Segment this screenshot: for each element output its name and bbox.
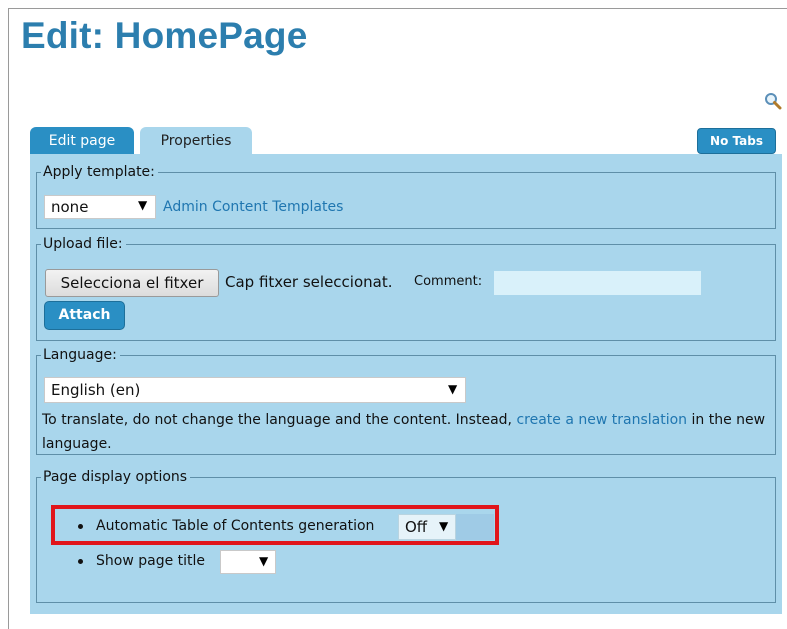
attach-button[interactable]: Attach — [44, 301, 125, 330]
tab-properties[interactable]: Properties — [140, 127, 252, 155]
template-select[interactable]: none ▼ — [44, 195, 156, 219]
translation-help-text: To translate, do not change the language… — [42, 408, 768, 456]
show-title-option-label: Show page title — [96, 553, 206, 569]
choose-file-button[interactable]: Selecciona el fitxer — [45, 269, 219, 297]
chevron-down-icon: ▼ — [259, 554, 269, 568]
magnifier-icon[interactable] — [764, 92, 782, 110]
apply-template-legend: Apply template: — [41, 163, 158, 181]
no-tabs-button[interactable]: No Tabs — [697, 128, 776, 154]
page-display-options-legend: Page display options — [41, 468, 191, 486]
language-legend: Language: — [41, 346, 120, 364]
page-title: Edit: HomePage — [21, 15, 308, 56]
translation-help-before: To translate, do not change the language… — [42, 412, 512, 428]
show-title-select[interactable]: ▼ — [220, 550, 276, 574]
language-select[interactable]: English (en) ▼ — [44, 377, 466, 403]
bullet — [78, 559, 83, 564]
create-translation-link[interactable]: create a new translation — [516, 412, 687, 428]
chevron-down-icon: ▼ — [138, 198, 148, 212]
upload-file-legend: Upload file: — [41, 235, 126, 253]
comment-input[interactable] — [494, 271, 701, 295]
admin-content-templates-link[interactable]: Admin Content Templates — [163, 199, 343, 215]
tab-edit-page[interactable]: Edit page — [30, 127, 134, 155]
no-file-selected-text: Cap fitxer seleccionat. — [225, 273, 393, 291]
highlight-box — [51, 505, 499, 545]
template-select-value: none — [51, 198, 89, 216]
chevron-down-icon: ▼ — [448, 382, 458, 396]
comment-label: Comment: — [414, 274, 483, 289]
language-select-value: English (en) — [51, 381, 141, 399]
